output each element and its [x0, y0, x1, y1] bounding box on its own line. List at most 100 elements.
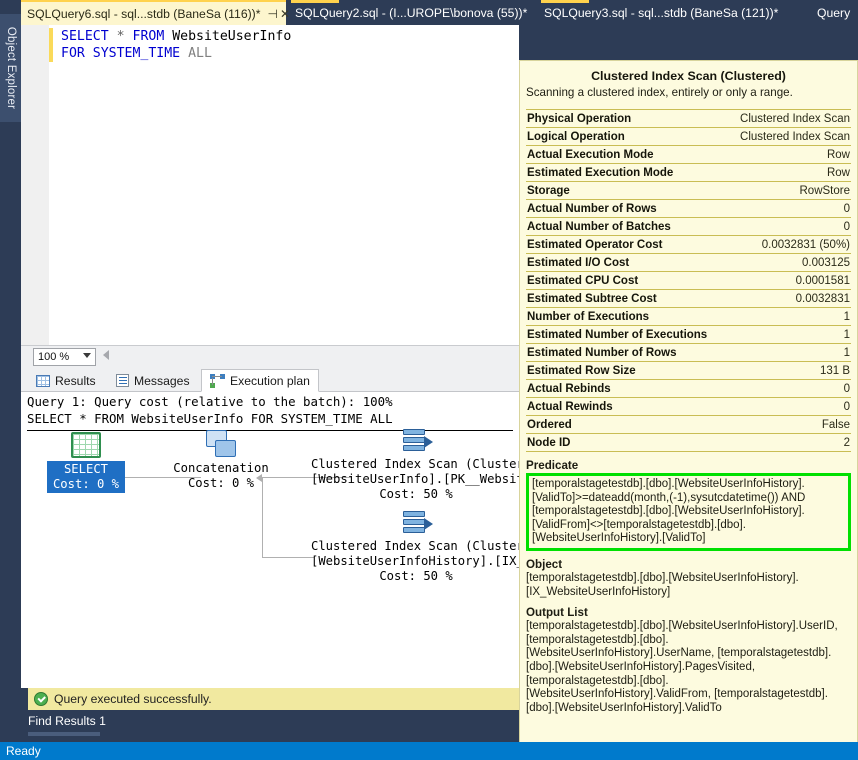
tab-sqlquery3[interactable]: SQLQuery3.sql - sql...stdb (BaneSa (121)…	[538, 0, 803, 25]
plan-header: Query 1: Query cost (relative to the bat…	[27, 394, 393, 427]
tooltip-properties-table: Physical OperationClustered Index ScanLo…	[526, 109, 851, 452]
select-result-icon	[71, 432, 101, 458]
sql-keyword-for: FOR	[61, 46, 85, 61]
tooltip-property-key: Estimated Execution Mode	[526, 164, 727, 182]
tab-sqlquery2[interactable]: SQLQuery2.sql - (I...UROPE\bonova (55))*	[289, 0, 534, 25]
find-results-label: Find Results 1	[28, 714, 106, 728]
tab-execution-plan[interactable]: Execution plan	[201, 369, 319, 392]
tooltip-property-key: Actual Rewinds	[526, 398, 727, 416]
tooltip-property-key: Physical Operation	[526, 110, 727, 128]
tooltip-property-key: Estimated Number of Rows	[526, 344, 727, 362]
tooltip-property-row: Estimated Number of Executions1	[526, 326, 851, 344]
tab-results[interactable]: Results	[27, 369, 105, 392]
sql-keyword-select: SELECT	[61, 29, 109, 44]
chevron-down-icon[interactable]	[83, 353, 91, 358]
tooltip-property-row: Actual Number of Batches0	[526, 218, 851, 236]
tooltip-property-key: Actual Number of Rows	[526, 200, 727, 218]
tooltip-property-value: 0.0032831	[727, 290, 851, 308]
tooltip-property-value: 0	[727, 398, 851, 416]
tooltip-property-row: OrderedFalse	[526, 416, 851, 434]
find-results-accent	[28, 732, 100, 736]
tooltip-property-row: Node ID2	[526, 434, 851, 452]
tab-results-label: Results	[55, 374, 96, 388]
tab-query-overflow[interactable]: Query	[811, 0, 858, 25]
tooltip-property-value: 0	[727, 218, 851, 236]
tooltip-property-row: Actual Rebinds0	[526, 380, 851, 398]
tooltip-subtitle: Scanning a clustered index, entirely or …	[526, 86, 851, 99]
tab-sqlquery6[interactable]: SQLQuery6.sql - sql...stdb (BaneSa (116)…	[21, 0, 286, 25]
tooltip-property-key: Actual Rebinds	[526, 380, 727, 398]
tooltip-title: Clustered Index Scan (Clustered)	[526, 69, 851, 83]
messages-icon	[116, 374, 129, 387]
editor-gutter	[21, 25, 49, 345]
tooltip-object-text: [temporalstagetestdb].[dbo].[WebsiteUser…	[526, 572, 851, 599]
plan-node-cis-top-caption: Clustered Index Scan (Clustered [Website…	[311, 457, 519, 502]
tooltip-object-heading: Object	[526, 558, 851, 571]
tooltip-property-row: Estimated CPU Cost0.0001581	[526, 272, 851, 290]
zoom-level-combo[interactable]: 100 %	[33, 348, 96, 366]
scroll-left-arrow-icon[interactable]	[103, 350, 109, 360]
editor-change-bar	[49, 28, 53, 62]
plan-header-line1: Query 1: Query cost (relative to the bat…	[27, 394, 393, 409]
execution-plan-canvas[interactable]: Query 1: Query cost (relative to the bat…	[21, 392, 519, 688]
plan-node-concatenation[interactable]: Concatenation Cost: 0 %	[151, 430, 291, 491]
tooltip-property-row: Actual Number of Rows0	[526, 200, 851, 218]
tooltip-property-value: 1	[727, 326, 851, 344]
plan-node-cis-bottom-line1: Clustered Index Scan (Clustered	[311, 539, 519, 553]
ssms-window: Object Explorer SQLQuery6.sql - sql...st…	[0, 0, 858, 760]
tooltip-property-row: Estimated I/O Cost0.003125	[526, 254, 851, 272]
tooltip-property-row: Logical OperationClustered Index Scan	[526, 128, 851, 146]
tooltip-property-value: Clustered Index Scan	[727, 128, 851, 146]
tooltip-property-key: Node ID	[526, 434, 727, 452]
sql-keyword-from: FROM	[133, 29, 165, 44]
tooltip-property-key: Estimated Row Size	[526, 362, 727, 380]
zoom-toolbar: 100 %	[21, 345, 519, 367]
tooltip-property-key: Number of Executions	[526, 308, 727, 326]
tooltip-property-row: StorageRowStore	[526, 182, 851, 200]
tab-messages[interactable]: Messages	[107, 369, 199, 392]
plan-node-cis-bottom-caption: Clustered Index Scan (Clustered [Website…	[311, 539, 519, 584]
tab-label: SQLQuery3.sql - sql...stdb (BaneSa (121)…	[544, 6, 783, 20]
wire-scan-bottom-to-concat	[262, 557, 314, 558]
tooltip-property-value: 1	[727, 308, 851, 326]
tab-accent-2	[291, 0, 339, 3]
sql-keyword-system-time: SYSTEM_TIME	[93, 46, 180, 61]
tab-label: Query	[817, 6, 855, 20]
status-bar: Ready	[0, 742, 858, 760]
tooltip-property-row: Estimated Execution ModeRow	[526, 164, 851, 182]
tooltip-property-key: Logical Operation	[526, 128, 727, 146]
tooltip-property-row: Estimated Subtree Cost0.0032831	[526, 290, 851, 308]
tooltip-property-row: Estimated Row Size131 B	[526, 362, 851, 380]
plan-node-cis-bottom-line2: [WebsiteUserInfoHistory].[IX_Webs	[311, 554, 519, 568]
clustered-index-scan-icon	[399, 510, 433, 536]
tooltip-property-row: Actual Execution ModeRow	[526, 146, 851, 164]
plan-node-clustered-index-scan-bottom[interactable]: Clustered Index Scan (Clustered [Website…	[311, 510, 519, 584]
pin-icon[interactable]: ⊣	[267, 7, 277, 21]
sql-editor-pane[interactable]: SELECT * FROM WebsiteUserInfo FOR SYSTEM…	[21, 25, 519, 345]
tooltip-output-list-text: [temporalstagetestdb].[dbo].[WebsiteUser…	[526, 620, 851, 715]
tooltip-property-row: Number of Executions1	[526, 308, 851, 326]
tooltip-predicate-text: [temporalstagetestdb].[dbo].[WebsiteUser…	[526, 473, 851, 551]
tooltip-property-value: 0.0032831 (50%)	[727, 236, 851, 254]
operator-tooltip: Clustered Index Scan (Clustered) Scannin…	[519, 60, 858, 760]
tooltip-property-key: Estimated Operator Cost	[526, 236, 727, 254]
sql-code[interactable]: SELECT * FROM WebsiteUserInfo FOR SYSTEM…	[61, 28, 291, 62]
find-results-panel-label[interactable]: Find Results 1	[28, 712, 519, 730]
tooltip-property-key: Estimated CPU Cost	[526, 272, 727, 290]
tab-label: SQLQuery6.sql - sql...stdb (BaneSa (116)…	[27, 7, 265, 21]
plan-node-select[interactable]: SELECT Cost: 0 %	[31, 432, 141, 493]
clustered-index-scan-icon	[399, 428, 433, 454]
tab-execution-plan-label: Execution plan	[230, 374, 310, 388]
execution-plan-icon	[210, 374, 225, 388]
tooltip-property-key: Storage	[526, 182, 727, 200]
results-tab-bar: Results Messages Execution plan	[21, 367, 519, 392]
tooltip-property-key: Ordered	[526, 416, 727, 434]
object-explorer-strip[interactable]: Object Explorer	[0, 14, 21, 122]
plan-node-concatenation-label: Concatenation	[173, 461, 268, 475]
query-status-message: Query executed successfully.	[28, 688, 519, 710]
plan-node-cis-top-line1: Clustered Index Scan (Clustered	[311, 457, 519, 471]
tooltip-property-row: Estimated Operator Cost0.0032831 (50%)	[526, 236, 851, 254]
zoom-level-value: 100 %	[38, 351, 69, 363]
plan-node-clustered-index-scan-top[interactable]: Clustered Index Scan (Clustered [Website…	[311, 428, 519, 502]
tooltip-property-key: Estimated Number of Executions	[526, 326, 727, 344]
